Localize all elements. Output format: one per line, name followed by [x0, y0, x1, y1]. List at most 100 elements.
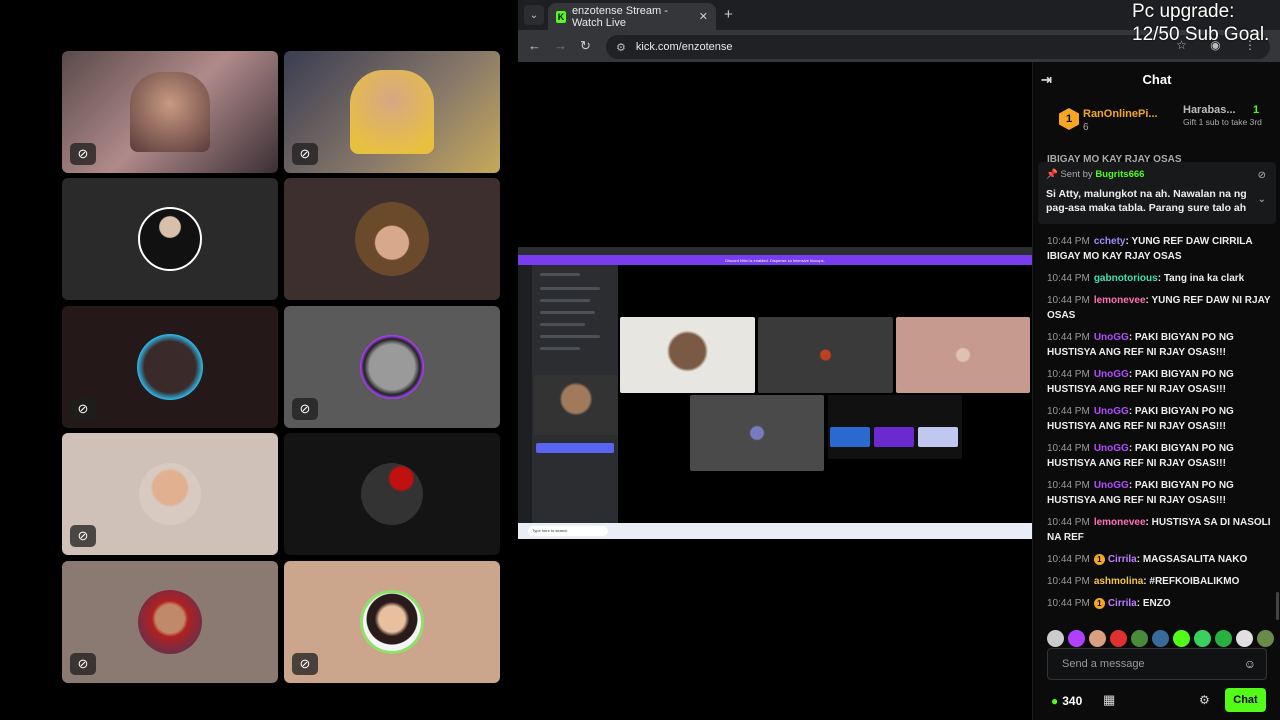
call-grid: ⊘ ⊘ ⊘ ⊘ ⊘ ⊘ ⊘ — [0, 0, 518, 720]
goal-line-2: 12/50 Sub Goal. — [1132, 24, 1270, 45]
chat-title: Chat — [1142, 71, 1172, 87]
participant-tile[interactable]: ⊘ — [62, 51, 278, 173]
emote-icon[interactable] — [1194, 629, 1211, 647]
participant-tile[interactable]: ⊘ — [62, 433, 278, 555]
message-list: 10:44 PM cchety: YUNG REF DAW CIRRILA IBI… — [1047, 234, 1273, 618]
participant-tile[interactable]: ⊘ — [284, 51, 500, 173]
emote-icon[interactable] — [1257, 629, 1274, 647]
chat-header: ⇥ Chat — [1033, 62, 1280, 96]
participant-tile[interactable]: ⊘ — [284, 561, 500, 683]
emote-icon[interactable] — [1131, 629, 1148, 647]
collapse-chat-icon[interactable]: ⇥ — [1041, 72, 1052, 88]
mic-off-icon: ⊘ — [292, 653, 318, 675]
participant-video — [130, 72, 210, 152]
emote-icon[interactable] — [1236, 629, 1253, 647]
store-icon[interactable]: ▦ — [1103, 692, 1115, 708]
pinned-user[interactable]: Bugrits666 — [1095, 169, 1144, 180]
app-titlebar — [518, 247, 1032, 255]
tab-search-icon[interactable]: ⌄ — [524, 5, 544, 25]
hide-pin-icon[interactable]: ⊘ — [1258, 170, 1266, 181]
chat-message: 10:44 PM UnoGG: PAKI BIGYAN PO NG HUSTISY… — [1047, 369, 1234, 395]
participant-tile[interactable]: ⊘ — [62, 561, 278, 683]
participant-tile[interactable] — [284, 178, 500, 300]
browser-window: ⌄ K enzotense Stream - Watch Live ✕ + ← … — [518, 0, 1280, 720]
chat-message: 10:44 PM cchety: YUNG REF DAW CIRRILA IBI… — [1047, 236, 1253, 262]
tab-kick-stream[interactable]: K enzotense Stream - Watch Live ✕ — [548, 3, 716, 30]
message-username[interactable]: UnoGG — [1094, 332, 1129, 343]
participant-avatar — [138, 207, 202, 271]
participant-tile[interactable]: ⊘ — [62, 306, 278, 428]
message-time: 10:44 PM — [1047, 236, 1090, 247]
points-value: 340 — [1062, 694, 1083, 708]
participant-avatar — [137, 334, 203, 400]
participant-avatar — [355, 202, 429, 276]
message-username[interactable]: UnoGG — [1094, 480, 1129, 491]
gift-leaderboard[interactable]: 1 RanOnlinePi... 6 Harabas... 1 Gift 1 s… — [1033, 100, 1280, 150]
participant-tile[interactable] — [284, 433, 500, 555]
pinned-message[interactable]: 📌 Sent by Bugrits666 ⊘ Si Atty, malungko… — [1038, 162, 1276, 224]
sent-by-label: Sent by — [1060, 169, 1093, 180]
stream-player[interactable]: Discord Nitro is enabled. Dispense so in… — [518, 62, 1032, 720]
message-text: Tang ina ka clark — [1163, 273, 1245, 284]
chat-message: 10:44 PM UnoGG: PAKI BIGYAN PO NG HUSTISY… — [1047, 443, 1234, 469]
video-off-icon: ⊘ — [70, 143, 96, 165]
message-username[interactable]: Cirrila — [1108, 598, 1137, 609]
reload-icon[interactable]: ↻ — [580, 38, 591, 54]
chat-message: 10:44 PM ashmolina: #REFKOIBALIKMO — [1047, 576, 1240, 587]
sub-goal-overlay: Pc upgrade: 12/50 Sub Goal. — [1130, 0, 1280, 46]
server-list — [518, 265, 532, 523]
message-text: MAGSASALITA NAKO — [1142, 554, 1248, 565]
message-username[interactable]: lemonevee — [1094, 295, 1146, 306]
leader-count: 6 — [1083, 122, 1089, 133]
gift-hint: Gift 1 sub to take 3rd — [1183, 117, 1262, 127]
message-username[interactable]: UnoGG — [1094, 369, 1129, 380]
message-username[interactable]: gabnotorious — [1094, 273, 1158, 284]
chevron-down-icon[interactable]: ⌄ — [1258, 194, 1266, 205]
mic-off-icon: ⊘ — [70, 653, 96, 675]
channel-list — [532, 265, 618, 523]
message-time: 10:44 PM — [1047, 554, 1090, 565]
send-chat-button[interactable]: Chat — [1225, 688, 1266, 712]
close-tab-icon[interactable]: ✕ — [699, 10, 708, 23]
message-time: 10:44 PM — [1047, 517, 1090, 528]
back-arrow-icon[interactable]: ← — [528, 38, 541, 53]
forward-arrow-icon[interactable]: → — [554, 38, 567, 53]
chat-message: 10:44 PM UnoGG: PAKI BIGYAN PO NG HUSTISY… — [1047, 406, 1234, 432]
windows-taskbar: Type here to search — [518, 523, 1032, 539]
emote-icon[interactable] — [1215, 629, 1232, 647]
message-input-placeholder: Send a message — [1062, 658, 1145, 670]
tune-icon[interactable]: ⚙ — [616, 41, 626, 54]
message-time: 10:44 PM — [1047, 295, 1090, 306]
new-tab-icon[interactable]: + — [724, 6, 733, 23]
message-username[interactable]: Cirrila — [1108, 554, 1137, 565]
chat-scrollbar[interactable] — [1276, 592, 1279, 620]
emote-icon[interactable] — [1068, 629, 1085, 647]
message-username[interactable]: ashmolina — [1094, 576, 1143, 587]
emote-bar — [1047, 628, 1275, 648]
message-username[interactable]: UnoGG — [1094, 443, 1129, 454]
message-time: 10:44 PM — [1047, 576, 1090, 587]
chat-message: 10:44 PM lemonevee: HUSTISYA SA DI NASOLI… — [1047, 517, 1271, 543]
emote-icon[interactable] — [1110, 629, 1127, 647]
video-off-icon: ⊘ — [70, 525, 96, 547]
message-username[interactable]: cchety — [1094, 236, 1126, 247]
participant-avatar — [361, 463, 423, 525]
emote-icon[interactable] — [1152, 629, 1169, 647]
emote-icon[interactable] — [1173, 629, 1190, 647]
participant-avatar — [360, 335, 424, 399]
message-username[interactable]: lemonevee — [1094, 517, 1146, 528]
goal-line-1: Pc upgrade: — [1132, 1, 1235, 22]
video-off-icon: ⊘ — [292, 398, 318, 420]
channel-points[interactable]: ● 340 — [1051, 694, 1082, 708]
participant-tile[interactable] — [62, 178, 278, 300]
second-name: Harabas... — [1183, 104, 1236, 116]
emote-icon[interactable] — [1047, 629, 1064, 647]
message-input[interactable]: Send a message ☺ — [1047, 648, 1267, 680]
participant-tile[interactable]: ⊘ — [284, 306, 500, 428]
message-time: 10:44 PM — [1047, 598, 1090, 609]
emote-icon[interactable] — [1089, 629, 1106, 647]
emoji-icon[interactable]: ☺ — [1244, 657, 1256, 671]
pin-icon: 📌 — [1046, 169, 1061, 180]
gear-icon[interactable]: ⚙ — [1199, 693, 1210, 707]
message-username[interactable]: UnoGG — [1094, 406, 1129, 417]
